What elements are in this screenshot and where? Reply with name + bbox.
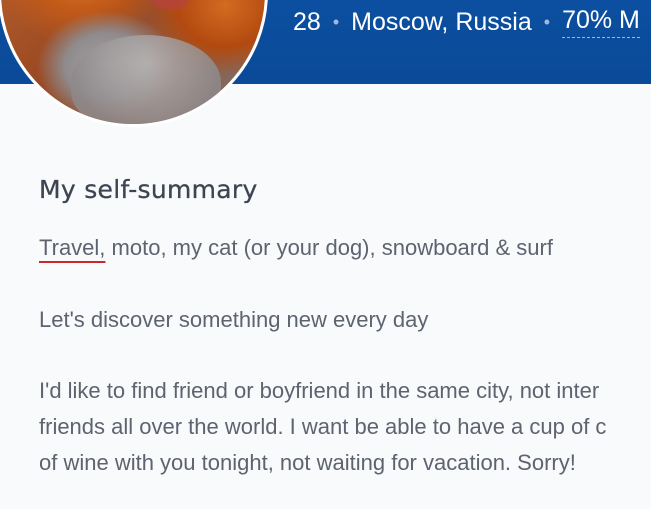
profile-location: Moscow, Russia [351, 7, 532, 36]
self-summary-text-line: of wine with you tonight, not waiting fo… [39, 450, 576, 475]
self-summary-paragraph[interactable]: I'd like to find friend or boyfriend in … [39, 373, 606, 481]
avatar-photo-detail [71, 35, 221, 124]
self-summary-text-line: I'd like to find friend or boyfriend in … [39, 378, 600, 403]
meta-separator: • [543, 11, 551, 32]
spellcheck-flagged-word[interactable]: Travel, [39, 235, 105, 260]
self-summary-text-line: friends all over the world. I want be ab… [39, 414, 607, 439]
profile-age: 28 [293, 7, 321, 36]
self-summary-line[interactable]: Travel, moto, my cat (or your dog), snow… [39, 230, 553, 266]
self-summary-title: My self-summary [39, 175, 258, 204]
self-summary-text: moto, my cat (or your dog), snowboard & … [105, 235, 553, 260]
profile-avatar[interactable] [0, 0, 268, 127]
match-percentage-link[interactable]: 70% M [562, 6, 640, 38]
avatar-photo-detail [151, 0, 189, 10]
self-summary-line[interactable]: Let's discover something new every day [39, 302, 428, 338]
profile-meta: 28 • Moscow, Russia • 70% M [293, 4, 640, 40]
meta-separator: • [332, 11, 340, 32]
profile-page: 28 • Moscow, Russia • 70% M My self-summ… [0, 0, 651, 509]
